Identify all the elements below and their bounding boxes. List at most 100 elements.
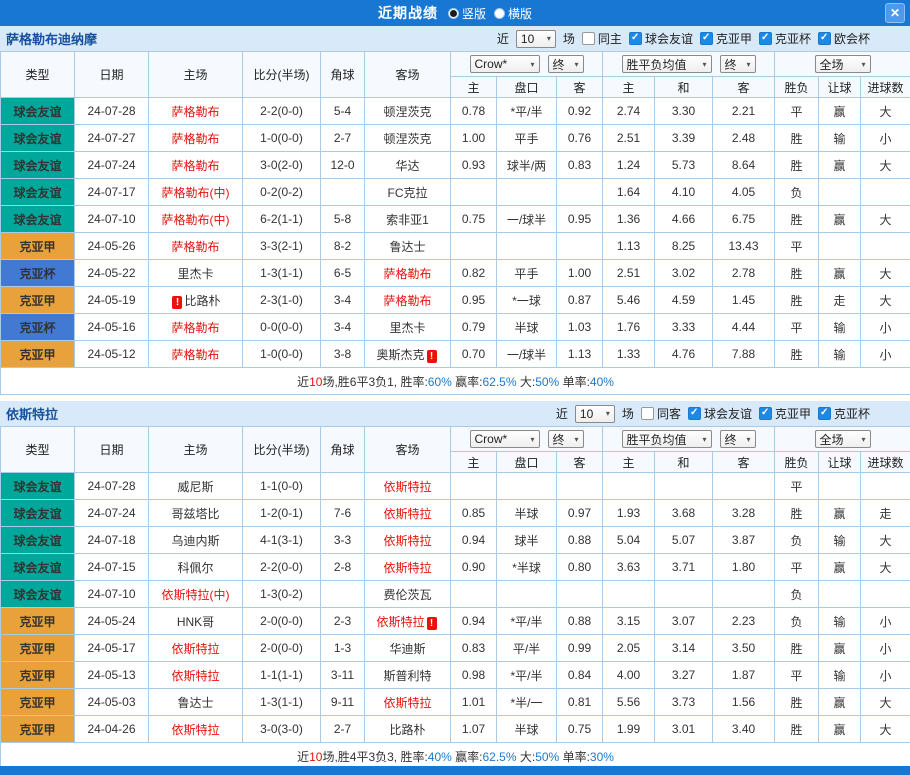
- sub-col-avg-home: 主: [603, 77, 655, 98]
- chevron-down-icon: ▾: [747, 435, 751, 444]
- sub-col-odds-home: 主: [451, 452, 497, 473]
- match-date: 24-07-15: [75, 554, 149, 581]
- avg-home: 1.24: [603, 152, 655, 179]
- summary-row: 近10场,胜6平3负1, 胜率:60% 赢率:62.5% 大:50% 单率:40…: [1, 368, 910, 395]
- odds-company-select[interactable]: Crow*▾: [470, 430, 540, 448]
- avg-away: 3.28: [713, 500, 775, 527]
- match-count-select[interactable]: 10▾: [575, 405, 615, 423]
- corner-count: 8-2: [321, 233, 365, 260]
- match-count-select[interactable]: 10▾: [516, 30, 556, 48]
- competition-checkbox-0[interactable]: 球会友谊: [688, 405, 752, 422]
- competition-badge: 克亚杯: [1, 260, 75, 287]
- home-team: 萨格勒布: [149, 98, 243, 125]
- section-header: 萨格勒布迪纳摩 近10▾场同主球会友谊克亚甲克亚杯欧会杯: [0, 26, 910, 51]
- corner-count: 3-8: [321, 341, 365, 368]
- same-side-checkbox[interactable]: 同主: [582, 30, 622, 47]
- chevron-down-icon: ▾: [862, 60, 866, 69]
- summary-text: 50%: [535, 375, 559, 389]
- summary-text: 单率:: [559, 375, 590, 389]
- match-row: 球会友谊24-07-28威尼斯1-1(0-0)依斯特拉平: [1, 473, 910, 500]
- odds-final-select[interactable]: 终▾: [548, 430, 584, 448]
- summary-text: 30%: [590, 750, 614, 764]
- handicap-result: 赢: [819, 500, 861, 527]
- score: 1-0(0-0): [243, 125, 321, 152]
- odds-home: 0.94: [451, 527, 497, 554]
- summary-text: 10: [309, 375, 322, 389]
- match-result: 胜: [775, 152, 819, 179]
- chevron-down-icon: ▾: [530, 435, 534, 444]
- competition-badge: 克亚甲: [1, 608, 75, 635]
- competition-checkbox-2[interactable]: 克亚杯: [818, 405, 870, 422]
- goals-result: 走: [861, 500, 910, 527]
- summary-text: 62.5%: [483, 750, 517, 764]
- layout-radio-vertical[interactable]: 竖版: [448, 5, 486, 22]
- avg-home: 2.51: [603, 260, 655, 287]
- close-button[interactable]: ✕: [885, 3, 905, 23]
- avg-away: 2.21: [713, 98, 775, 125]
- chevron-down-icon: ▾: [703, 435, 707, 444]
- away-team: 华迪斯: [365, 635, 451, 662]
- match-result: 平: [775, 473, 819, 500]
- home-team: 里杰卡: [149, 260, 243, 287]
- away-team: 奥斯杰克!: [365, 341, 451, 368]
- home-team: 依斯特拉: [149, 716, 243, 743]
- competition-checkbox-3[interactable]: 欧会杯: [818, 30, 870, 47]
- competition-checkbox-1[interactable]: 克亚甲: [700, 30, 752, 47]
- avg-final-select[interactable]: 终▾: [720, 430, 756, 448]
- sub-col-handicap-result: 让球: [819, 452, 861, 473]
- goals-result: 大: [861, 206, 910, 233]
- avg-group-header: 胜平负均值▾ 终▾: [603, 52, 775, 77]
- checkbox-icon: [818, 407, 831, 420]
- handicap-line: 平手: [497, 260, 557, 287]
- match-row: 克亚甲24-05-12萨格勒布1-0(0-0)3-8奥斯杰克!0.70一/球半1…: [1, 341, 910, 368]
- avg-group-header: 胜平负均值▾ 终▾: [603, 427, 775, 452]
- match-date: 24-07-17: [75, 179, 149, 206]
- avg-away: 1.80: [713, 554, 775, 581]
- unit-label: 场: [622, 405, 634, 422]
- handicap-result: [819, 473, 861, 500]
- goals-result: 大: [861, 260, 910, 287]
- home-team: !比路朴: [149, 287, 243, 314]
- goals-result: 大: [861, 716, 910, 743]
- odds-final-select[interactable]: 终▾: [548, 55, 584, 73]
- handicap-result: 赢: [819, 260, 861, 287]
- same-side-checkbox[interactable]: 同客: [641, 405, 681, 422]
- score: 2-0(0-0): [243, 635, 321, 662]
- away-team: FC克拉: [365, 179, 451, 206]
- competition-badge: 球会友谊: [1, 581, 75, 608]
- away-team: 比路朴: [365, 716, 451, 743]
- odds-company-select[interactable]: Crow*▾: [470, 55, 540, 73]
- col-header-corner: 角球: [321, 52, 365, 98]
- competition-checkbox-2[interactable]: 克亚杯: [759, 30, 811, 47]
- competition-checkbox-1[interactable]: 克亚甲: [759, 405, 811, 422]
- avg-away: 13.43: [713, 233, 775, 260]
- avg-final-select[interactable]: 终▾: [720, 55, 756, 73]
- odds-group-header: Crow*▾ 终▾: [451, 52, 603, 77]
- odds-away: [557, 233, 603, 260]
- avg-away: 1.87: [713, 662, 775, 689]
- layout-radio-horizontal[interactable]: 横版: [494, 5, 532, 22]
- avg-draw: 3.39: [655, 125, 713, 152]
- sub-col-avg-home: 主: [603, 452, 655, 473]
- handicap-result: 赢: [819, 206, 861, 233]
- handicap-result: 输: [819, 527, 861, 554]
- avg-draw: 5.07: [655, 527, 713, 554]
- summary-text: 62.5%: [483, 375, 517, 389]
- away-team: 鲁达士: [365, 233, 451, 260]
- match-result: 胜: [775, 287, 819, 314]
- avg-odds-select[interactable]: 胜平负均值▾: [622, 55, 712, 73]
- away-team: 依斯特拉: [365, 554, 451, 581]
- home-team: 萨格勒布: [149, 125, 243, 152]
- period-select[interactable]: 全场▾: [815, 55, 871, 73]
- score: 1-1(1-1): [243, 662, 321, 689]
- period-select[interactable]: 全场▾: [815, 430, 871, 448]
- score: 0-0(0-0): [243, 314, 321, 341]
- handicap-line: *半球: [497, 554, 557, 581]
- away-team: 依斯特拉: [365, 527, 451, 554]
- avg-odds-select[interactable]: 胜平负均值▾: [622, 430, 712, 448]
- score: 2-2(0-0): [243, 98, 321, 125]
- sub-col-handicap-result: 让球: [819, 77, 861, 98]
- sub-col-result: 胜负: [775, 77, 819, 98]
- competition-checkbox-0[interactable]: 球会友谊: [629, 30, 693, 47]
- avg-draw: 3.73: [655, 689, 713, 716]
